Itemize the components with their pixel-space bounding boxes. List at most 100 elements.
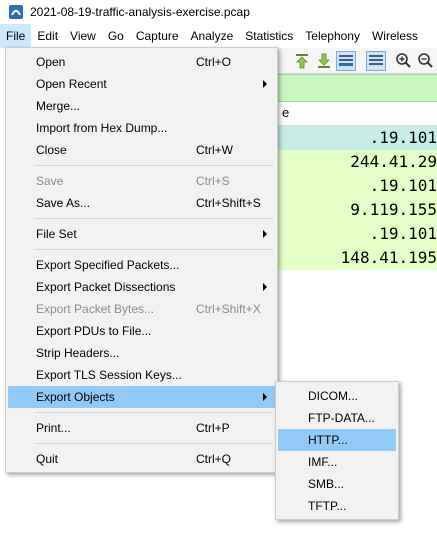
submenu-item-label: DICOM... (308, 389, 358, 403)
menu-item-save[interactable]: Save Ctrl+S (8, 170, 275, 192)
menu-separator (34, 218, 273, 219)
menu-item-label: Export Packet Dissections (36, 280, 176, 294)
menu-view[interactable]: View (64, 24, 102, 48)
packet-row[interactable]: .19.101 (270, 126, 437, 150)
menu-item-shortcut: Ctrl+P (196, 421, 230, 435)
submenu-item-smb[interactable]: SMB... (278, 473, 396, 495)
go-to-first-packet-icon[interactable] (292, 51, 312, 71)
menu-item-export-objects[interactable]: Export Objects (8, 386, 275, 408)
submenu-arrow-icon (263, 393, 267, 401)
packet-row[interactable]: .19.101 (270, 174, 437, 198)
menu-item-shortcut: Ctrl+Q (196, 452, 232, 466)
menu-bar: File Edit View Go Capture Analyze Statis… (0, 24, 437, 48)
menu-item-shortcut: Ctrl+W (196, 143, 233, 157)
menu-item-open[interactable]: Open Ctrl+O (8, 51, 275, 73)
submenu-item-tftp[interactable]: TFTP... (278, 495, 396, 517)
menu-item-label: Print... (36, 421, 71, 435)
menu-item-export-packet-dissections[interactable]: Export Packet Dissections (8, 276, 275, 298)
menu-telephony[interactable]: Telephony (299, 24, 366, 48)
zoom-in-icon[interactable] (394, 51, 414, 71)
menu-item-label: Export Objects (36, 390, 115, 404)
title-bar: 2021-08-19-traffic-analysis-exercise.pca… (0, 0, 437, 24)
menu-item-shortcut: Ctrl+Shift+S (196, 196, 261, 210)
menu-item-label: Export TLS Session Keys... (36, 368, 182, 382)
packet-row[interactable]: 148.41.195 (270, 246, 437, 270)
packet-list: .19.101 244.41.29 .19.101 9.119.155 .19.… (270, 126, 437, 270)
menu-wireless[interactable]: Wireless (366, 24, 424, 48)
column-header-partial[interactable]: e (282, 105, 289, 120)
menu-go[interactable]: Go (102, 24, 130, 48)
menu-item-export-tls-session-keys[interactable]: Export TLS Session Keys... (8, 364, 275, 386)
submenu-item-label: HTTP... (308, 433, 348, 447)
main-toolbar (270, 48, 437, 74)
window-title: 2021-08-19-traffic-analysis-exercise.pca… (30, 5, 250, 19)
menu-separator (34, 412, 273, 413)
menu-item-print[interactable]: Print... Ctrl+P (8, 417, 275, 439)
submenu-item-imf[interactable]: IMF... (278, 451, 396, 473)
menu-edit[interactable]: Edit (31, 24, 64, 48)
packet-list-header: e (270, 102, 437, 126)
menu-item-shortcut: Ctrl+S (196, 174, 230, 188)
menu-item-label: Export Specified Packets... (36, 258, 180, 272)
packet-address: 148.41.195 (340, 248, 437, 267)
packet-row[interactable]: .19.101 (270, 222, 437, 246)
menu-item-open-recent[interactable]: Open Recent (8, 73, 275, 95)
menu-capture[interactable]: Capture (130, 24, 185, 48)
packet-address: .19.101 (369, 224, 437, 243)
packet-address: .19.101 (369, 176, 437, 195)
display-filter-bar[interactable] (270, 74, 437, 102)
menu-statistics[interactable]: Statistics (239, 24, 299, 48)
menu-item-export-specified-packets[interactable]: Export Specified Packets... (8, 254, 275, 276)
packet-row[interactable]: 244.41.29 (270, 150, 437, 174)
submenu-item-dicom[interactable]: DICOM... (278, 385, 396, 407)
menu-item-export-packet-bytes[interactable]: Export Packet Bytes... Ctrl+Shift+X (8, 298, 275, 320)
submenu-item-http[interactable]: HTTP... (278, 429, 396, 451)
submenu-arrow-icon (263, 283, 267, 291)
menu-analyze[interactable]: Analyze (185, 24, 240, 48)
zoom-out-icon[interactable] (416, 51, 436, 71)
menu-item-label: Export Packet Bytes... (36, 302, 155, 316)
colorize-packet-list-icon[interactable] (366, 51, 386, 71)
file-menu: Open Ctrl+O Open Recent Merge... Import … (5, 47, 278, 473)
submenu-item-label: SMB... (308, 477, 345, 491)
menu-item-label: Merge... (36, 99, 81, 113)
menu-separator (34, 443, 273, 444)
packet-address: .19.101 (369, 128, 437, 147)
menu-separator (34, 165, 273, 166)
menu-item-save-as[interactable]: Save As... Ctrl+Shift+S (8, 192, 275, 214)
go-to-last-packet-icon[interactable] (314, 51, 334, 71)
menu-item-export-pdus[interactable]: Export PDUs to File... (8, 320, 275, 342)
auto-scroll-icon[interactable] (336, 51, 356, 71)
menu-item-label: Close (36, 143, 67, 157)
menu-item-merge[interactable]: Merge... (8, 95, 275, 117)
packet-address: 9.119.155 (350, 200, 437, 219)
submenu-arrow-icon (263, 80, 267, 88)
submenu-item-label: FTP-DATA... (308, 411, 375, 425)
menu-item-label: Strip Headers... (36, 346, 120, 360)
menu-item-import-hex-dump[interactable]: Import from Hex Dump... (8, 117, 275, 139)
submenu-item-ftp-data[interactable]: FTP-DATA... (278, 407, 396, 429)
menu-item-label: Open (36, 55, 66, 69)
export-objects-submenu: DICOM... FTP-DATA... HTTP... IMF... SMB.… (275, 381, 399, 520)
packet-row[interactable]: 9.119.155 (270, 198, 437, 222)
menu-item-shortcut: Ctrl+Shift+X (196, 302, 261, 316)
menu-item-label: Save As... (36, 196, 91, 210)
menu-separator (34, 249, 273, 250)
packet-address: 244.41.29 (350, 152, 437, 171)
submenu-item-label: IMF... (308, 455, 338, 469)
menu-item-shortcut: Ctrl+O (196, 55, 232, 69)
menu-item-close[interactable]: Close Ctrl+W (8, 139, 275, 161)
menu-item-strip-headers[interactable]: Strip Headers... (8, 342, 275, 364)
menu-item-file-set[interactable]: File Set (8, 223, 275, 245)
wireshark-app-icon (9, 5, 23, 19)
menu-item-label: Quit (36, 452, 59, 466)
menu-item-label: File Set (36, 227, 77, 241)
submenu-item-label: TFTP... (308, 499, 347, 513)
menu-item-label: Save (36, 174, 64, 188)
menu-item-label: Import from Hex Dump... (36, 121, 168, 135)
menu-item-label: Open Recent (36, 77, 107, 91)
menu-item-quit[interactable]: Quit Ctrl+Q (8, 448, 275, 470)
submenu-arrow-icon (263, 230, 267, 238)
menu-item-label: Export PDUs to File... (36, 324, 152, 338)
menu-file[interactable]: File (0, 24, 32, 48)
